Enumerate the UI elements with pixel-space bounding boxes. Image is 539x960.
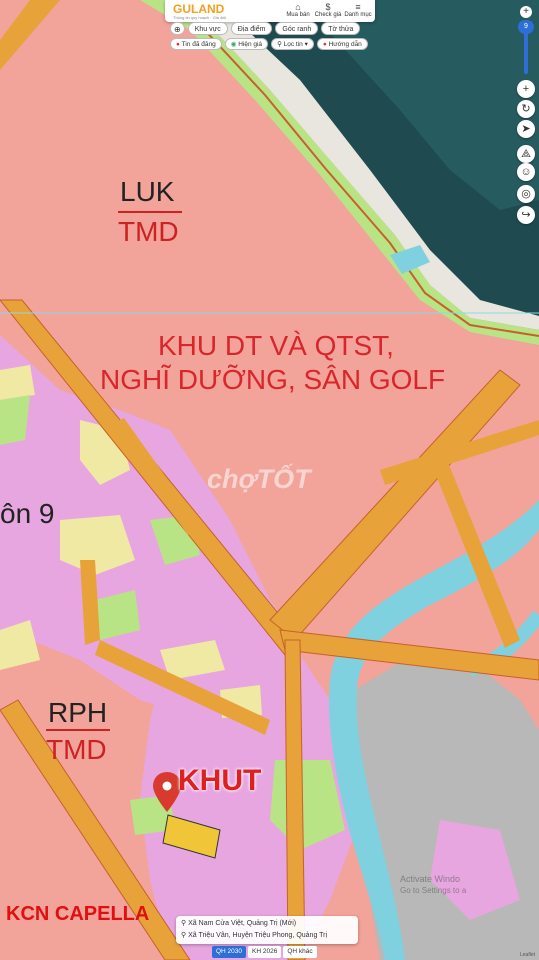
filter-icon: ⚲	[277, 41, 284, 48]
check-price-button[interactable]: $ Check giá	[313, 2, 343, 18]
chip-show-price-label: Hiện giá	[238, 41, 263, 48]
yellow-block-6	[0, 365, 35, 400]
measure-icon[interactable]: ⟁	[517, 145, 535, 163]
tab-khu-vuc[interactable]: Khu vực	[187, 22, 228, 35]
chip-posted[interactable]: ● Tin đã đăng	[170, 38, 222, 50]
label-zone-line1: KHU DT VÀ QTST,	[158, 330, 394, 361]
chip-guide[interactable]: ● Hướng dẫn	[316, 38, 368, 50]
address-old-text: Xã Triệu Vân, Huyện Triệu Phong, Quảng T…	[188, 932, 328, 939]
tab-qh-2030[interactable]: QH 2030	[212, 946, 247, 958]
location-pin-icon: ⚲	[181, 920, 187, 927]
app-logo[interactable]: GULAND	[173, 2, 224, 16]
plan-tabs: QH 2030 KH 2026 QH khác	[212, 946, 317, 958]
chip-posted-label: Tin đã đăng	[181, 41, 216, 48]
tab-goc-ranh[interactable]: Góc ranh	[275, 22, 319, 35]
label-luk: LUK	[120, 176, 175, 207]
address-old: ⚲ Xã Triệu Vân, Huyện Triệu Phong, Quảng …	[181, 931, 327, 939]
location-pin-icon-2: ⚲	[181, 932, 187, 939]
tab-kh-2026[interactable]: KH 2026	[248, 946, 282, 958]
layers-icon[interactable]: ◎	[517, 185, 535, 203]
check-price-label: Check giá	[314, 12, 342, 18]
target-icon[interactable]: ⊕	[170, 22, 185, 35]
tab-qh-khac[interactable]: QH khác	[283, 946, 317, 958]
label-zone-line2: NGHĨ DƯỠNG, SÂN GOLF	[100, 364, 446, 395]
home-icon: ⌂	[295, 2, 301, 12]
search-tabs: ⊕ Khu vực Địa điểm Góc ranh Tờ thửa	[170, 22, 374, 36]
dollar-icon: $	[325, 2, 331, 12]
label-khut: KHUT	[178, 764, 262, 797]
map-attribution[interactable]: Leaflet	[520, 952, 535, 958]
zoom-in-top-button[interactable]: +	[520, 6, 532, 18]
chip-filter[interactable]: ⚲ Lọc tin ▾	[271, 38, 314, 50]
address-new-text: Xã Nam Cửa Việt, Quảng Trị (Mới)	[188, 920, 297, 927]
catalog-label: Danh mục	[344, 12, 372, 18]
chip-filter-label: Lọc tin ▾	[283, 41, 308, 48]
buy-sell-label: Mua bán	[286, 12, 310, 18]
watermark: chợTỐT	[207, 464, 311, 494]
catalog-button[interactable]: ≡ Danh mục	[343, 2, 373, 18]
top-toolbar: GULAND Thông tin quy hoạch · Giá đất ⌂ M…	[165, 0, 375, 22]
app-tagline: Thông tin quy hoạch · Giá đất	[173, 15, 226, 20]
activate-windows-line2: Go to Settings to a	[400, 886, 467, 895]
filter-chips: ● Tin đã đăng ◉ Hiện giá ⚲ Lọc tin ▾ ● H…	[170, 38, 368, 50]
label-tmd-top: TMD	[118, 216, 179, 247]
chip-guide-label: Hướng dẫn	[328, 41, 362, 48]
label-rph: RPH	[48, 697, 108, 728]
map-pin-dot	[162, 781, 172, 791]
person-icon[interactable]: ☺	[517, 163, 535, 181]
locate-arrow-icon[interactable]: ➤	[517, 120, 535, 138]
menu-icon: ≡	[355, 2, 361, 12]
tab-dia-diem[interactable]: Địa điểm	[230, 22, 273, 35]
activate-windows-line1: Activate Windo	[400, 874, 461, 884]
chip-show-price[interactable]: ◉ Hiện giá	[224, 38, 269, 50]
refresh-icon[interactable]: ↻	[517, 100, 535, 118]
buy-sell-button[interactable]: ⌂ Mua bán	[283, 2, 313, 18]
tab-to-thua[interactable]: Tờ thửa	[321, 22, 361, 35]
label-thon-9: ôn 9	[0, 498, 55, 529]
label-kcn-capella: KCN CAPELLA	[6, 903, 150, 925]
zoom-in-button[interactable]: +	[517, 80, 535, 98]
address-new: ⚲ Xã Nam Cửa Việt, Quảng Trị (Mới)	[181, 919, 296, 927]
share-icon[interactable]: ↪	[517, 206, 535, 224]
label-tmd-bottom: TMD	[46, 734, 107, 765]
zoom-level-badge[interactable]: 9	[518, 20, 534, 34]
address-box: ⚲ Xã Nam Cửa Việt, Quảng Trị (Mới) ⚲ Xã Tr…	[176, 916, 358, 944]
